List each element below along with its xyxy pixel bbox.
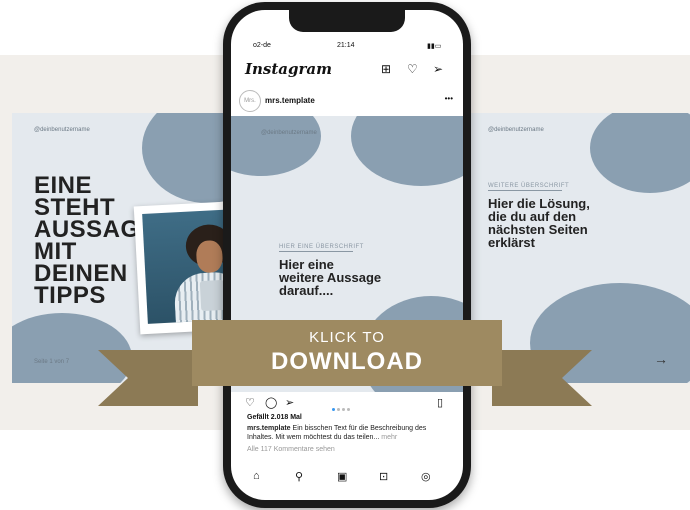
view-comments-link[interactable]: Alle 117 Kommentare sehen: [247, 446, 335, 453]
home-icon[interactable]: ⌂: [253, 470, 260, 482]
slide-headline: Hier die Lösung, die du auf den nächsten…: [488, 196, 590, 250]
status-carrier: o2-de: [253, 42, 271, 49]
slide-handle: @deinbenutzername: [488, 127, 544, 133]
shop-icon[interactable]: ⊡: [379, 470, 388, 483]
phone-screen: o2-de 21:14 ▮▮▭ Instagram ⊞ ♡ ➢ Mrs. mrs…: [231, 10, 463, 500]
reels-icon[interactable]: ▣: [337, 470, 347, 483]
decorative-blob: [590, 113, 690, 193]
phone-notch: [289, 10, 405, 32]
like-icon[interactable]: ♡: [245, 396, 255, 409]
post-header: Mrs. mrs.template •••: [239, 90, 455, 112]
download-button[interactable]: KLICK TO DOWNLOAD: [192, 320, 502, 386]
phone-mockup: o2-de 21:14 ▮▮▭ Instagram ⊞ ♡ ➢ Mrs. mrs…: [223, 2, 471, 508]
comment-icon[interactable]: ◯: [265, 396, 277, 409]
bottom-nav: ⌂ ⚲ ▣ ⊡ ◎: [231, 462, 463, 500]
arrow-right-icon: →: [654, 351, 668, 367]
slide-handle: @deinbenutzername: [34, 127, 90, 133]
search-icon[interactable]: ⚲: [295, 470, 303, 483]
post-caption: mrs.template Ein bisschen Text für die B…: [247, 424, 449, 442]
add-post-icon[interactable]: ⊞: [381, 62, 391, 76]
avatar[interactable]: Mrs.: [239, 90, 261, 112]
likes-count: Gefällt 2.018 Mal: [247, 414, 302, 421]
slide-handle: @deinbenutzername: [261, 130, 317, 136]
post-username[interactable]: mrs.template: [265, 96, 315, 105]
decorative-blob: [231, 116, 321, 176]
carousel-indicator: [331, 398, 351, 416]
decorative-blob: [351, 116, 463, 186]
slide-subheading: HIER EINE ÜBERSCHRIFT: [279, 244, 364, 252]
slide-right: @deinbenutzername WEITERE ÜBERSCHRIFT Hi…: [470, 113, 690, 383]
slide-subheading: WEITERE ÜBERSCHRIFT: [488, 183, 570, 191]
heart-icon[interactable]: ♡: [407, 62, 418, 76]
bookmark-icon[interactable]: ▯: [437, 396, 443, 409]
status-time: 21:14: [337, 42, 355, 49]
battery-icon: ▮▮▭: [427, 43, 442, 50]
instagram-logo: Instagram: [245, 60, 332, 78]
send-icon[interactable]: ➢: [433, 62, 443, 76]
share-icon[interactable]: ➢: [285, 396, 294, 409]
download-button-line2: DOWNLOAD: [271, 348, 423, 375]
profile-avatar-icon[interactable]: ◎: [421, 470, 431, 483]
download-button-line1: KLICK TO: [309, 329, 385, 346]
more-options-icon[interactable]: •••: [445, 94, 453, 103]
caption-username[interactable]: mrs.template: [247, 425, 291, 432]
caption-more-link[interactable]: mehr: [381, 434, 397, 441]
decorative-blob: [12, 313, 132, 383]
page-count: Seite 1 von 7: [34, 359, 70, 365]
slide-headline: Hier eine weitere Aussage darauf....: [279, 257, 382, 298]
